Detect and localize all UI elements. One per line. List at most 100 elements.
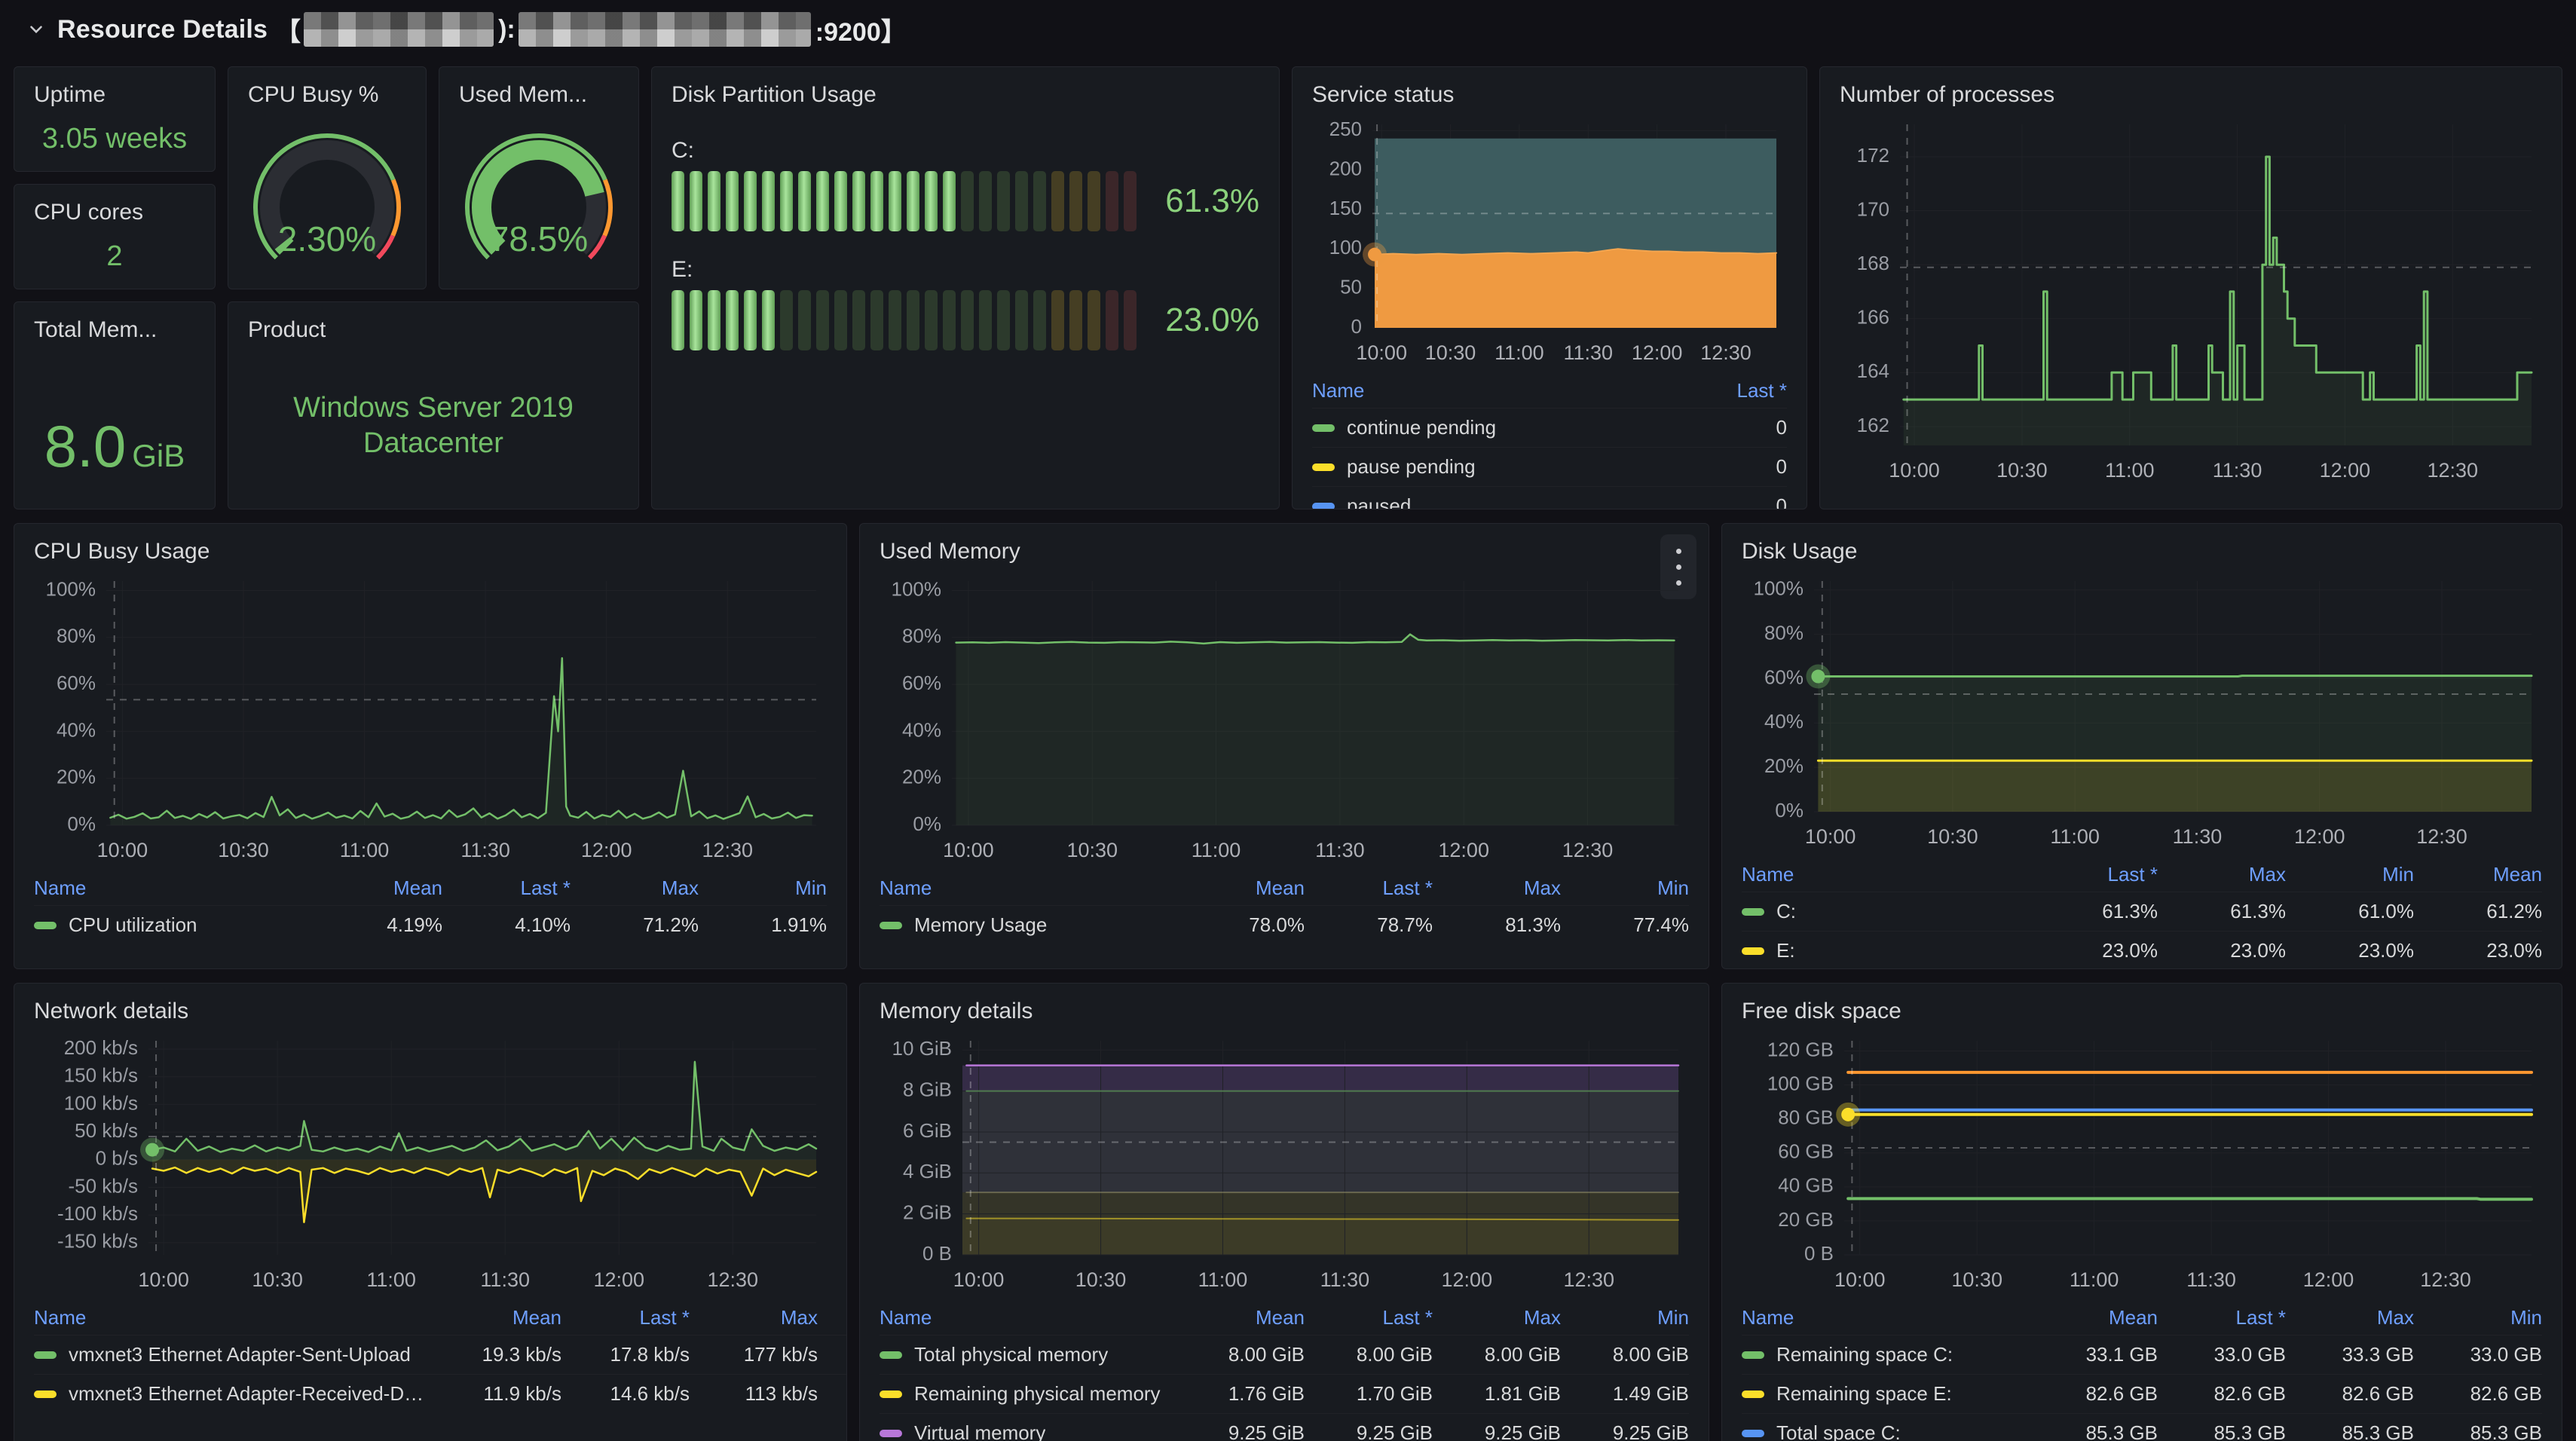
legend-col-min[interactable]: Min [1561, 1306, 1689, 1329]
service-status-legend: NameLast * continue pending0pause pending… [1312, 373, 1787, 509]
svg-text:10:00: 10:00 [1889, 459, 1940, 482]
series-value: 8.00 GiB [1176, 1343, 1305, 1366]
legend-row[interactable]: Total space C:85.3 GB85.3 GB85.3 GB85.3 … [1742, 1413, 2542, 1441]
legend-col-last[interactable]: Last * [2158, 1306, 2286, 1329]
legend-row[interactable]: Memory Usage78.0%78.7%81.3%77.4% [880, 905, 1689, 944]
legend-col-max[interactable]: Max [2286, 1306, 2414, 1329]
legend-row[interactable]: CPU utilization4.19%4.10%71.2%1.91% [34, 905, 827, 944]
legend-row[interactable]: Virtual memory9.25 GiB9.25 GiB9.25 GiB9.… [880, 1413, 1689, 1441]
svg-text:10 GiB: 10 GiB [892, 1037, 953, 1060]
legend-col-mean[interactable]: Mean [2414, 863, 2542, 886]
legend-col-min[interactable]: Min [818, 1306, 847, 1329]
svg-text:150: 150 [1329, 197, 1362, 219]
legend-col-last[interactable]: Last * [1689, 379, 1787, 402]
series-swatch-icon [34, 922, 57, 929]
svg-text:0%: 0% [913, 812, 941, 835]
legend-col-last[interactable]: Last * [1305, 877, 1433, 900]
series-swatch-icon [880, 1430, 902, 1437]
legend-row[interactable]: vmxnet3 Ethernet Adapter-Sent-Upload19.3… [34, 1335, 847, 1374]
chart-svg: 16216416616817017210:0010:3011:0011:3012… [1840, 112, 2542, 489]
legend-col-max[interactable]: Max [1433, 1306, 1561, 1329]
series-label: Remaining physical memory [914, 1382, 1161, 1406]
chart-svg: 0 B2 GiB4 GiB6 GiB8 GiB10 GiB10:0010:301… [880, 1029, 1689, 1299]
legend-col-mean[interactable]: Mean [314, 877, 442, 900]
series-value: 85.3 GB [2414, 1421, 2542, 1441]
legend-col-min[interactable]: Min [2286, 863, 2414, 886]
svg-text:162: 162 [1857, 414, 1889, 436]
cpu-busy-usage-plot[interactable]: 0%20%40%60%80%100%10:0010:3011:0011:3012… [34, 569, 827, 869]
series-swatch-icon [1312, 503, 1335, 510]
legend-row[interactable]: Remaining space C:33.1 GB33.0 GB33.3 GB3… [1742, 1335, 2542, 1374]
svg-text:10:00: 10:00 [97, 839, 148, 861]
legend-row[interactable]: Total physical memory8.00 GiB8.00 GiB8.0… [880, 1335, 1689, 1374]
panel-title: Used Memory [860, 524, 1709, 564]
legend-row[interactable]: C:61.3%61.3%61.0%61.2% [1742, 892, 2542, 931]
legend-col-name[interactable]: Name [880, 1306, 1176, 1329]
legend-col-last[interactable]: Last * [2030, 863, 2158, 886]
legend-row[interactable]: Remaining physical memory1.76 GiB1.70 Gi… [880, 1374, 1689, 1413]
series-value: 78.0% [1176, 913, 1305, 937]
used-memory-plot[interactable]: 0%20%40%60%80%100%10:0010:3011:0011:3012… [880, 569, 1689, 869]
network-details-legend: NameMeanLast *MaxMin vmxnet3 Ethernet Ada… [34, 1300, 847, 1413]
memory-details-legend: NameMeanLast *MaxMin Total physical memor… [880, 1300, 1689, 1441]
chevron-down-icon[interactable] [23, 16, 50, 43]
svg-text:12:00: 12:00 [1632, 341, 1683, 364]
panel-disk-partition-usage: Disk Partition Usage C:61.3%E:23.0% [651, 66, 1280, 509]
legend-col-mean[interactable]: Mean [433, 1306, 561, 1329]
free-disk-space-plot[interactable]: 0 B20 GB40 GB60 GB80 GB100 GB120 GB10:00… [1742, 1029, 2542, 1299]
legend-col-name[interactable]: Name [34, 877, 314, 900]
network-details-plot[interactable]: 200 kb/s150 kb/s100 kb/s50 kb/s0 b/s-50 … [34, 1029, 827, 1299]
series-value: 1.91% [699, 913, 827, 937]
legend-col-last[interactable]: Last * [1305, 1306, 1433, 1329]
svg-text:20 GB: 20 GB [1778, 1208, 1834, 1231]
row-title[interactable]: Resource Details [57, 15, 268, 44]
legend-row[interactable]: Remaining space E:82.6 GB82.6 GB82.6 GB8… [1742, 1374, 2542, 1413]
legend-col-name[interactable]: Name [1312, 379, 1689, 402]
series-swatch-icon [1742, 1391, 1764, 1398]
legend-col-name[interactable]: Name [880, 877, 1176, 900]
legend-row[interactable]: pause pending0 [1312, 447, 1787, 486]
legend-col-max[interactable]: Max [2158, 863, 2286, 886]
legend-col-max[interactable]: Max [1433, 877, 1561, 900]
legend-row[interactable]: paused0 [1312, 486, 1787, 509]
legend-col-min[interactable]: Min [699, 877, 827, 900]
series-label: Total physical memory [914, 1343, 1108, 1366]
disk-partition-row: E:23.0% [672, 257, 1259, 350]
service-status-plot[interactable]: 05010015020025010:0010:3011:0011:3012:00… [1312, 112, 1787, 372]
series-value: 5.44 kb/s [818, 1382, 847, 1406]
legend-col-min[interactable]: Min [2414, 1306, 2542, 1329]
legend-col-name[interactable]: Name [1742, 863, 2030, 886]
legend-col-mean[interactable]: Mean [1176, 877, 1305, 900]
svg-text:12:30: 12:30 [1563, 1268, 1614, 1291]
svg-text:10:00: 10:00 [1834, 1268, 1886, 1291]
panel-title: CPU Busy Usage [14, 524, 846, 564]
processes-plot[interactable]: 16216416616817017210:0010:3011:0011:3012… [1840, 112, 2542, 489]
svg-text:11:30: 11:30 [1563, 341, 1613, 364]
svg-text:11:30: 11:30 [460, 839, 510, 861]
series-value: 82.6 GB [2286, 1382, 2414, 1406]
legend-col-max[interactable]: Max [690, 1306, 818, 1329]
legend-col-max[interactable]: Max [571, 877, 699, 900]
legend-col-mean[interactable]: Mean [1176, 1306, 1305, 1329]
svg-text:11:30: 11:30 [1320, 1268, 1370, 1291]
series-value: 1.81 GiB [1433, 1382, 1561, 1406]
panel-cpu-busy-usage: CPU Busy Usage 0%20%40%60%80%100%10:0010… [14, 523, 847, 969]
svg-text:11:00: 11:00 [1192, 839, 1241, 861]
legend-col-name[interactable]: Name [1742, 1306, 2030, 1329]
legend-col-last[interactable]: Last * [442, 877, 571, 900]
series-label: Remaining space E: [1776, 1382, 1952, 1406]
legend-col-last[interactable]: Last * [561, 1306, 690, 1329]
legend-col-mean[interactable]: Mean [2030, 1306, 2158, 1329]
disk-partition-row: C:61.3% [672, 138, 1259, 231]
legend-col-name[interactable]: Name [34, 1306, 433, 1329]
memory-details-plot[interactable]: 0 B2 GiB4 GiB6 GiB8 GiB10 GiB10:0010:301… [880, 1029, 1689, 1299]
legend-row[interactable]: continue pending0 [1312, 408, 1787, 447]
legend-row[interactable]: E:23.0%23.0%23.0%23.0% [1742, 931, 2542, 969]
series-value: 33.0 GB [2158, 1343, 2286, 1366]
disk-usage-plot[interactable]: 0%20%40%60%80%100%10:0010:3011:0011:3012… [1742, 569, 2542, 855]
legend-header: NameMeanLast *MaxMin [880, 870, 1689, 905]
svg-text:12:00: 12:00 [2320, 459, 2371, 482]
legend-row[interactable]: vmxnet3 Ethernet Adapter-Received-Downlo… [34, 1374, 847, 1413]
product-value: Windows Server 2019 Datacenter [268, 390, 599, 462]
legend-col-min[interactable]: Min [1561, 877, 1689, 900]
